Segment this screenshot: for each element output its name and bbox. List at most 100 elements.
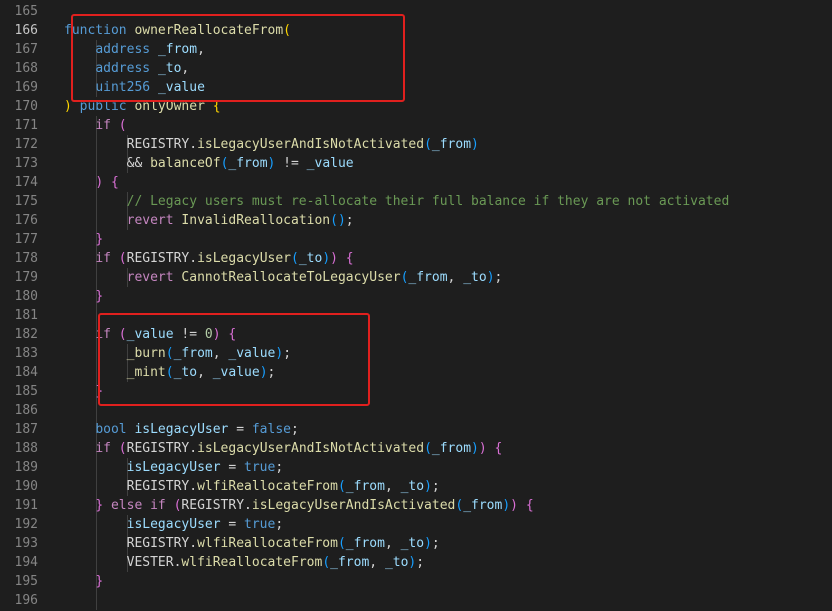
code-text: uint256 _value bbox=[64, 78, 205, 97]
code-text: revert CannotReallocateToLegacyUser(_fro… bbox=[64, 268, 503, 287]
code-text: } bbox=[64, 382, 103, 401]
code-line: 165 bbox=[0, 2, 832, 21]
code-text: REGISTRY.wlfiReallocateFrom(_from, _to); bbox=[64, 534, 440, 553]
code-token: if bbox=[95, 441, 111, 456]
code-token: REGISTRY bbox=[181, 498, 245, 513]
line-number: 173 bbox=[14, 156, 38, 171]
code-line: 196 bbox=[0, 591, 832, 610]
code-token: ; bbox=[275, 517, 284, 532]
code-token: ; bbox=[345, 213, 354, 228]
code-token: wlfiReallocateFrom bbox=[197, 536, 338, 551]
code-token: { bbox=[212, 99, 221, 114]
code-token: _value bbox=[228, 346, 276, 361]
code-text: isLegacyUser = true; bbox=[64, 515, 284, 534]
code-token: { bbox=[345, 251, 354, 266]
code-token: _from bbox=[228, 156, 268, 171]
code-text: // Legacy users must re-allocate their f… bbox=[64, 192, 730, 211]
line-number: 180 bbox=[14, 289, 38, 304]
code-token: InvalidReallocation bbox=[181, 213, 331, 228]
code-token: ; bbox=[291, 422, 299, 437]
code-token: } bbox=[95, 384, 104, 399]
code-text: ) public onlyOwner { bbox=[64, 97, 221, 116]
code-token: ) bbox=[486, 270, 495, 285]
line-number: 181 bbox=[14, 308, 38, 323]
code-token: balanceOf bbox=[150, 156, 221, 171]
code-token: ) bbox=[502, 498, 511, 513]
line-number: 171 bbox=[14, 118, 38, 133]
code-token: 0 bbox=[204, 327, 213, 342]
code-token: . bbox=[189, 251, 198, 266]
code-token: ( bbox=[118, 118, 127, 133]
code-token: _from bbox=[463, 498, 503, 513]
line-number: 165 bbox=[14, 4, 38, 19]
line-number: 191 bbox=[14, 498, 38, 513]
code-text: if ( bbox=[64, 116, 127, 135]
code-token: ; bbox=[494, 270, 503, 285]
code-token: _burn bbox=[126, 346, 166, 361]
code-line: 178 if (REGISTRY.isLegacyUser(_to)) { bbox=[0, 249, 832, 268]
code-token: isLegacyUser bbox=[134, 422, 229, 437]
code-token: ( bbox=[291, 251, 299, 266]
line-number: 187 bbox=[14, 422, 38, 437]
code-text: REGISTRY.isLegacyUserAndIsNotActivated(_… bbox=[64, 135, 479, 154]
code-token: REGISTRY bbox=[126, 441, 190, 456]
code-token: _from bbox=[173, 346, 213, 361]
code-token: && bbox=[126, 156, 151, 171]
code-token: if bbox=[95, 118, 111, 133]
code-text: address _from, bbox=[64, 40, 205, 59]
code-token: _to bbox=[400, 479, 425, 494]
code-line: 169 uint256 _value bbox=[0, 78, 832, 97]
code-token: isLegacyUser bbox=[197, 251, 291, 266]
code-token: ; bbox=[431, 479, 440, 494]
code-token: _to bbox=[173, 365, 198, 380]
code-token: ) bbox=[330, 251, 338, 266]
line-number: 182 bbox=[14, 327, 38, 342]
line-number: 193 bbox=[14, 536, 38, 551]
code-token: public bbox=[79, 99, 127, 114]
code-token: ) bbox=[337, 213, 346, 228]
code-line: 190 REGISTRY.wlfiReallocateFrom(_from, _… bbox=[0, 477, 832, 496]
code-token: _to bbox=[463, 270, 487, 285]
code-editor[interactable]: 165 166 function ownerReallocateFrom(167 a… bbox=[0, 0, 832, 611]
code-token: _value bbox=[212, 365, 260, 380]
code-token: } bbox=[95, 289, 104, 304]
code-token: _from bbox=[431, 137, 472, 152]
code-token: VESTER bbox=[126, 555, 174, 570]
code-token: ) bbox=[64, 99, 72, 114]
code-token: wlfiReallocateFrom bbox=[197, 479, 338, 494]
code-line: 166 function ownerReallocateFrom( bbox=[0, 21, 832, 40]
code-token: _to bbox=[400, 536, 425, 551]
code-text: _mint(_to, _value); bbox=[64, 363, 276, 382]
code-token: REGISTRY bbox=[126, 536, 190, 551]
code-token: isLegacyUserAndIsNotActivated bbox=[197, 441, 425, 456]
code-token: if bbox=[150, 498, 166, 513]
code-line: 184 _mint(_to, _value); bbox=[0, 363, 832, 382]
code-line: 181 bbox=[0, 306, 832, 325]
line-number: 186 bbox=[14, 403, 38, 418]
code-token: _to bbox=[157, 61, 182, 76]
line-number: 185 bbox=[14, 384, 38, 399]
line-number: 166 bbox=[14, 23, 38, 38]
code-line: 195 } bbox=[0, 572, 832, 591]
code-line: 185 } bbox=[0, 382, 832, 401]
code-token: _from bbox=[345, 479, 385, 494]
line-number: 174 bbox=[14, 175, 38, 190]
code-text: revert InvalidReallocation(); bbox=[64, 211, 354, 230]
